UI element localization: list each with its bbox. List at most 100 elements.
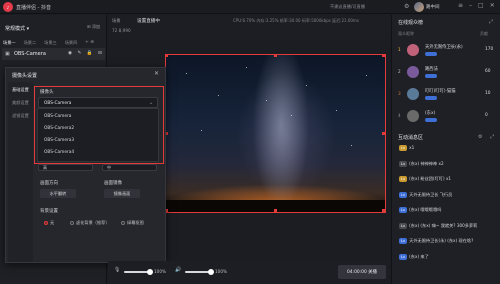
avatar[interactable] [414,2,424,12]
bg-option-label: 虚化背景（推荐） [76,220,110,225]
mic-volume-slider[interactable] [124,269,153,275]
dialog-sidebar: 基础设置 美颜设置 滤镜设置 [8,82,33,262]
chat-text: 天外无限侍卫长(永) (东x) 现在啥? [409,238,474,243]
chat-message: Lv (东x) (东x) 嗨~ 我就关? 300多萝莉 [399,222,497,229]
flip-horizontal-button[interactable]: 水平翻转 [40,189,76,198]
tab-scene-4[interactable]: 场景四 [65,40,78,46]
chat-text: (东x) 来了 [409,253,429,259]
perf-stats: CPU:6.70% 内存:3.25% 帧率:30.00 码率:5000kbps … [233,18,359,23]
viewers-col-name: 观众昵称 [398,31,414,36]
chat-message: Lv (东x) 哦哦哦哦吗 [399,207,497,213]
bg-option-greenscreen[interactable]: 绿幕抠图 [121,220,144,226]
minimize-icon[interactable]: – [469,2,472,9]
gear-icon[interactable]: ⚙ [404,3,411,10]
sidebar-item-beauty[interactable]: 美颜设置 [12,100,29,106]
resize-handle[interactable] [274,209,277,212]
viewer-rank: 4 [398,113,401,118]
scene-tag: 场景 [112,18,121,23]
speaker-volume-knob[interactable] [208,269,214,275]
live-title[interactable]: 设置直播中 [137,18,160,24]
live-info-bar: 场景 设置直播中 CPU:6.70% 内存:3.25% 帧率:30.00 码率:… [108,15,390,39]
level-badge [425,52,437,56]
mic-volume-knob[interactable] [147,269,153,275]
chat-message: Lv (东x) 神神神神 x2 [399,160,497,167]
window-controls: ≡ – □ ✕ [458,2,495,9]
list-item[interactable]: 1 天外无限侍卫长(永) 170 [395,41,499,61]
microphone-icon[interactable]: 🎙 [114,267,120,273]
radio-icon [121,221,125,225]
end-live-button[interactable]: 04:00:00 关播 [338,265,386,279]
chat-text: 天外无限侍卫长 飞行员 [409,191,453,197]
add-scene-button[interactable]: ⊞ 添加 [87,24,100,30]
tab-scene-1[interactable]: 场景一 [3,40,16,46]
maximize-icon[interactable]: □ [478,2,484,9]
viewers-header: 观众昵称 贡献 [398,31,498,37]
viewer-rank: 1 [398,47,401,52]
speaker-icon[interactable]: 🔊 [175,267,181,273]
menu-icon[interactable]: ≡ [458,2,463,9]
chat-message: Lv 天外无限侍卫长 飞行员 [399,191,497,198]
resolution-left-field[interactable]: 高 [38,164,93,171]
mirror-button[interactable]: 镜像画面 [104,189,140,198]
viewer-score: 60 [485,69,491,74]
level-badge [425,96,437,100]
resize-handle[interactable] [382,209,385,212]
close-icon[interactable]: ✕ [490,2,495,9]
sidebar-item-filter[interactable]: 滤镜设置 [12,113,29,119]
fan-badge: Lv [399,176,408,182]
source-controls[interactable]: ◉ ✎ 🔒 ⊟ [68,51,104,56]
list-item[interactable]: 2 路西法 60 [395,63,499,83]
chat-message: Lv (东x) 来了 [399,253,497,260]
fan-badge: Lv [399,191,408,198]
scene-mode-dropdown[interactable]: 常规模式 ▾ [5,25,29,32]
close-icon[interactable]: ✕ [154,70,159,77]
chat-text: (东x) (东x) 嗨~ 我就关? 300多萝莉 [409,222,478,228]
sidebar-item-basic[interactable]: 基础设置 [12,87,29,93]
title-bar: ♪ 直播伴侣 - 抖音 不建议直播/可直播 ⚙ 路中间 ≡ – □ ✕ [0,0,500,14]
bg-option-none[interactable]: 无 [44,220,54,226]
chat-message: Lv 天外无限侍卫长(永) (东x) 现在啥? [399,238,497,244]
level-badge [425,118,437,122]
stream-preview[interactable] [165,54,386,213]
scene-tab-controls[interactable]: + ⊕ [85,40,94,45]
fan-badge: Lv [399,222,408,229]
resize-handle[interactable] [166,55,168,57]
source-item-camera[interactable]: ▣ OBS-Camera ◉ ✎ 🔒 ⊟ [2,48,105,60]
highlight-box [34,86,164,164]
expand-icon[interactable]: ⤢ [489,19,493,25]
avatar[interactable] [407,66,419,78]
live-counters: 72 8,990 [112,28,131,33]
app-title: 直播伴侣 - 抖音 [16,5,51,11]
fan-badge: Lv [399,238,408,244]
resize-handle[interactable] [382,132,385,135]
resize-handle[interactable] [274,55,277,57]
bg-option-label: 无 [50,220,55,225]
viewer-score: 10 [485,91,491,96]
avatar[interactable] [407,44,419,56]
list-item[interactable]: 4 (东x) 0 [395,107,499,127]
camera-icon: ▣ [5,51,10,57]
bg-option-blur[interactable]: 虚化背景（推荐） [70,220,110,226]
viewer-name[interactable]: 叮叮(叮叮)·猫猫 [425,88,456,94]
viewers-col-score: 贡献 [480,31,488,36]
chat-controls[interactable]: ⚙ ⤢ [478,134,497,140]
resolution-right-field[interactable]: 中 [102,164,157,171]
background-label: 背景设置 [40,209,58,214]
app-logo-icon: ♪ [3,2,13,12]
tab-scene-2[interactable]: 场景二 [24,40,37,46]
avatar[interactable] [407,110,419,122]
viewer-name[interactable]: 天外无限侍卫长(永) [425,44,463,50]
viewer-name[interactable]: (东x) [425,110,435,116]
fan-badge: Lv [399,160,408,167]
end-live-label: 04:00:00 关播 [347,270,377,275]
viewer-name[interactable]: 路西法 [425,66,438,72]
tab-scene-3[interactable]: 场景三 [44,40,57,46]
avatar[interactable] [407,88,419,100]
speaker-volume-slider[interactable] [185,269,214,275]
viewer-score: 0 [485,113,488,118]
list-item[interactable]: 3 叮叮(叮叮)·猫猫 10 [395,85,499,105]
resize-handle[interactable] [382,55,385,57]
scene-tabs: 场景一 场景二 场景三 场景四 [3,40,77,46]
username[interactable]: 路中间 [426,4,440,10]
radio-icon [44,221,48,225]
